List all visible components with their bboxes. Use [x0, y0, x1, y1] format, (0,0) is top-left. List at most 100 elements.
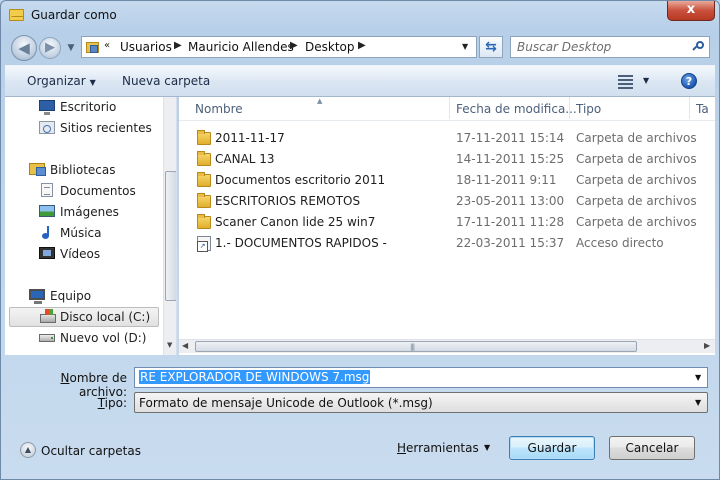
table-row[interactable]: Documentos escritorio 2011 18-11-2011 9:…: [179, 170, 715, 191]
breadcrumb-separator-icon[interactable]: ▶: [174, 40, 182, 51]
pictures-icon: [39, 205, 55, 217]
file-name: ESCRITORIOS REMOTOS: [215, 194, 361, 208]
file-date: 22-03-2011 15:37: [456, 236, 565, 250]
videos-icon: [39, 247, 55, 259]
scroll-down-icon[interactable]: ▼: [167, 341, 172, 349]
file-date: 17-11-2011 11:28: [456, 215, 565, 229]
breadcrumb-overflow-chevron[interactable]: «: [104, 40, 110, 51]
help-icon[interactable]: ?: [681, 73, 697, 89]
filename-label: Nombre de archivo:: [60, 371, 128, 399]
forward-button[interactable]: ▶: [39, 37, 61, 59]
refresh-button[interactable]: ⇆: [479, 36, 503, 58]
sidebar-item-imagenes[interactable]: Imágenes: [5, 202, 159, 222]
scrollbar-thumb[interactable]: [165, 171, 176, 301]
chevron-down-icon: ▼: [67, 43, 75, 53]
view-options-dropdown-icon[interactable]: ▼: [643, 76, 649, 85]
sidebar-item-sitios-recientes[interactable]: Sitios recientes: [5, 118, 159, 138]
scroll-left-icon[interactable]: ◀: [182, 341, 188, 350]
sidebar-item-musica[interactable]: Música: [5, 223, 159, 243]
column-header-type[interactable]: Tipo: [576, 102, 601, 116]
table-row[interactable]: Scaner Canon lide 25 win7 17-11-2011 11:…: [179, 212, 715, 233]
file-date: 17-11-2011 15:14: [456, 131, 565, 145]
back-button[interactable]: ◀: [11, 35, 37, 61]
sidebar-item-label: Bibliotecas: [50, 163, 116, 177]
table-row[interactable]: 1.- DOCUMENTOS RAPIDOS - 22-03-2011 15:3…: [179, 233, 715, 254]
scrollbar-thumb[interactable]: |||: [195, 341, 637, 352]
sidebar-item-bibliotecas[interactable]: Bibliotecas: [5, 160, 159, 180]
chevron-down-icon[interactable]: ▼: [695, 373, 701, 382]
refresh-icon: ⇆: [485, 39, 497, 55]
tools-button[interactable]: Herramientas: [397, 441, 479, 455]
new-folder-button[interactable]: Nueva carpeta: [122, 74, 210, 88]
file-name: Scaner Canon lide 25 win7: [215, 215, 376, 229]
filetype-select[interactable]: Formato de mensaje Unicode de Outlook (*…: [134, 392, 708, 413]
back-arrow-icon: ◀: [18, 39, 30, 57]
table-row[interactable]: ESCRITORIOS REMOTOS 23-05-2011 13:00 Car…: [179, 191, 715, 212]
sidebar-item-disco-local-c[interactable]: Disco local (C:): [9, 307, 159, 327]
breadcrumb-desktop[interactable]: Desktop: [305, 40, 355, 54]
navigation-pane: Escritorio Sitios recientes Bibliotecas …: [5, 97, 177, 355]
table-row[interactable]: CANAL 13 14-11-2011 15:25 Carpeta de arc…: [179, 149, 715, 170]
chevron-down-icon[interactable]: ▼: [695, 398, 701, 407]
filename-value: RE EXPLORADOR DE WINDOWS 7.msg: [139, 370, 371, 384]
close-button[interactable]: x: [667, 1, 715, 21]
file-date: 18-11-2011 9:11: [456, 173, 557, 187]
address-dropdown-icon[interactable]: ▼: [462, 42, 468, 51]
column-divider[interactable]: [569, 97, 570, 119]
search-icon[interactable]: [692, 41, 705, 53]
file-type: Acceso directo: [576, 236, 664, 250]
folder-icon: [197, 193, 211, 208]
organize-label: Organizar: [27, 74, 86, 88]
chevron-up-icon: ▲: [24, 445, 32, 454]
address-bar[interactable]: « Usuarios ▶ Mauricio Allendes ▶ Desktop…: [81, 36, 477, 58]
hide-folders-toggle[interactable]: ▲: [20, 442, 36, 458]
file-name: CANAL 13: [215, 152, 275, 166]
folder-icon: [197, 151, 211, 166]
sidebar-item-equipo[interactable]: Equipo: [5, 286, 159, 306]
column-divider[interactable]: [449, 97, 450, 119]
column-header-size[interactable]: Ta: [696, 102, 709, 116]
table-row[interactable]: 2011-11-17 17-11-2011 15:14 Carpeta de a…: [179, 128, 715, 149]
breadcrumb-usuarios[interactable]: Usuarios: [120, 40, 172, 54]
folder-icon: [197, 130, 211, 145]
save-button[interactable]: Guardar: [509, 436, 595, 460]
view-options-icon[interactable]: [618, 75, 635, 89]
filename-input[interactable]: RE EXPLORADOR DE WINDOWS 7.msg ▼: [134, 367, 708, 388]
column-header-name[interactable]: Nombre: [195, 102, 243, 116]
envelope-icon: [9, 9, 24, 21]
recent-places-icon: [39, 121, 55, 134]
library-folder-icon: [86, 40, 100, 54]
file-type: Carpeta de archivos: [576, 152, 697, 166]
tools-dropdown-icon[interactable]: ▼: [484, 443, 490, 452]
sidebar-item-nuevo-vol-d[interactable]: Nuevo vol (D:): [5, 328, 159, 348]
file-type: Carpeta de archivos: [576, 194, 697, 208]
column-divider[interactable]: [689, 97, 690, 119]
documents-icon: [41, 183, 53, 197]
organize-button[interactable]: Organizar ▼: [27, 74, 96, 88]
filetype-label: Tipo:: [97, 396, 127, 410]
sidebar-item-label: Equipo: [50, 289, 92, 303]
breadcrumb-separator-icon[interactable]: ▶: [290, 40, 298, 51]
grip-icon: |||: [410, 343, 415, 351]
scroll-right-icon[interactable]: ▶: [704, 341, 710, 350]
file-date: 14-11-2011 15:25: [456, 152, 565, 166]
breadcrumb-mauricio-allendes[interactable]: Mauricio Allendes: [188, 40, 294, 54]
navigation-pane-scrollbar[interactable]: ▼: [163, 97, 176, 355]
sidebar-item-documentos[interactable]: Documentos: [5, 181, 159, 201]
sidebar-item-escritorio[interactable]: Escritorio: [5, 97, 159, 117]
file-type: Carpeta de archivos: [576, 215, 697, 229]
hide-folders-label[interactable]: Ocultar carpetas: [41, 444, 141, 458]
file-list: ▲ Nombre Fecha de modifica... Tipo Ta 20…: [179, 97, 715, 355]
search-placeholder: Buscar Desktop: [517, 40, 612, 54]
file-list-horizontal-scrollbar[interactable]: ◀ ||| ▶: [179, 339, 715, 353]
folder-icon: [197, 214, 211, 229]
computer-icon: [29, 289, 45, 304]
local-disk-icon: [40, 309, 56, 323]
recent-locations-button[interactable]: ▼: [64, 41, 78, 55]
libraries-icon: [29, 163, 46, 176]
cancel-button[interactable]: Cancelar: [609, 436, 695, 460]
breadcrumb-separator-icon[interactable]: ▶: [358, 40, 366, 51]
search-box[interactable]: Buscar Desktop: [510, 36, 710, 58]
column-header-date[interactable]: Fecha de modifica...: [456, 102, 577, 116]
sidebar-item-videos[interactable]: Vídeos: [5, 244, 159, 264]
